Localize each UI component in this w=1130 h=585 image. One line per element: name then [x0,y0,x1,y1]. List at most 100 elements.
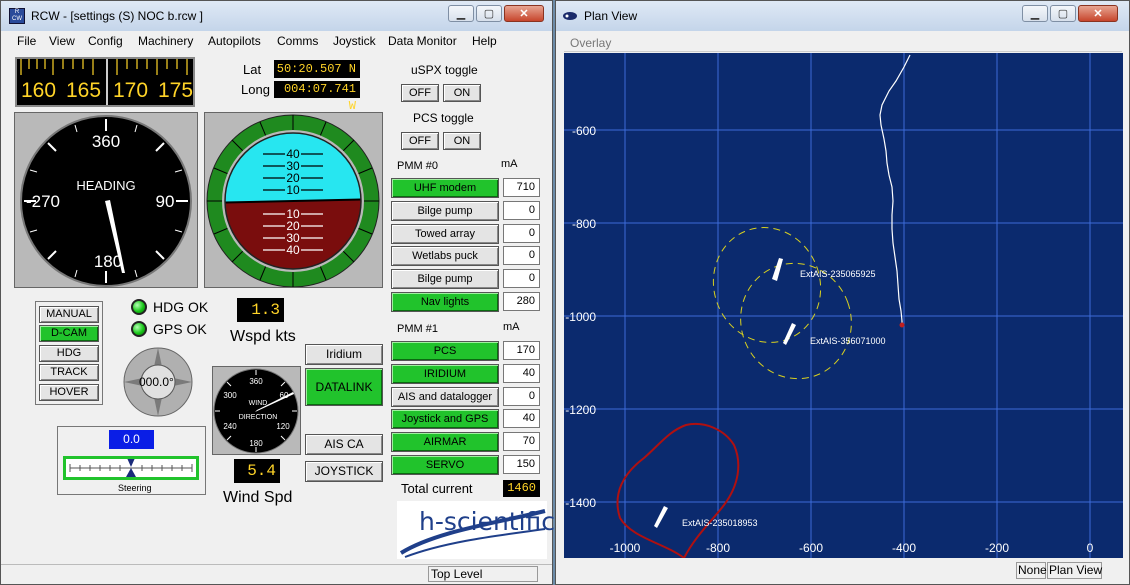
uspx-on-button[interactable]: ON [443,84,481,102]
steering-value: 0.0 [109,430,154,449]
mode-hover-button[interactable]: HOVER [39,384,99,401]
ais-ca-button[interactable]: AIS CA [305,434,383,455]
vessel-track [879,54,911,325]
plan-status-bar: None Plan View [556,561,1129,584]
mode-panel: MANUAL D-CAM HDG TRACK HOVER [35,301,103,405]
long-label: Long [241,82,270,97]
steering-thumb[interactable] [127,459,135,467]
uspx-toggle-label: uSPX toggle [411,63,478,77]
pmm0-switch-0[interactable]: UHF modem [391,178,499,198]
pmm0-switch-4[interactable]: Bilge pump [391,269,499,290]
pitch-down-40: 40 [286,243,300,257]
plan-plot[interactable]: -600 -800 -1000 -1200 -1400 -1000 -800 -… [564,53,1123,558]
iridium-button[interactable]: Iridium [305,344,383,365]
tape-tick-165: 165 [66,79,102,102]
x-tick--1000: -1000 [610,541,641,555]
menu-config[interactable]: Config [88,34,123,48]
pcs-on-button[interactable]: ON [443,132,481,150]
pmm0-switch-5[interactable]: Nav lights [391,292,499,312]
status-plan-view: Plan View [1047,562,1103,579]
plan-plot-canvas[interactable]: -600 -800 -1000 -1200 -1400 -1000 -800 -… [564,53,1123,558]
plan-maximize-button[interactable]: ▢ [1050,5,1076,22]
plan-title: Plan View [584,9,638,23]
minimize-button[interactable]: ▁ [448,5,474,22]
pmm1-switch-5[interactable]: SERVO [391,455,499,475]
pmm1-switch-1[interactable]: IRIDIUM [391,363,499,384]
menu-file[interactable]: File [17,34,36,48]
wind-240: 240 [223,422,237,431]
pmm0-switch-3[interactable]: Wetlabs puck [391,246,499,267]
wind-360: 360 [249,377,263,386]
rcw-status-bar: Top Level [1,564,552,585]
ais-vessel-235065925 [772,258,783,281]
rcw-window: R CW RCW - [settings (S) NOC b.rcw ] ▁ ▢ … [0,0,555,585]
plan-close-button[interactable]: ✕ [1078,5,1118,22]
pmm0-title: PMM #0 [397,160,438,172]
mode-track-button[interactable]: TRACK [39,364,99,381]
attitude-gauge: 40 30 20 10 10 20 30 40 [204,112,383,288]
pmm1-current-2: 0 [503,386,540,406]
wind-spd-value: 5.4 [234,459,280,483]
status-none: None [1016,562,1047,579]
x-tick--600: -600 [799,541,823,555]
pmm1-current-5: 150 [503,455,540,474]
pmm0-current-5: 280 [503,292,540,311]
pmm0-switch-1[interactable]: Bilge pump [391,200,499,221]
wspd-value: 1.3 [237,298,284,322]
maximize-button[interactable]: ▢ [476,5,502,22]
menu-machinery[interactable]: Machinery [138,34,193,48]
menu-comms[interactable]: Comms [277,34,318,48]
pcs-off-button[interactable]: OFF [401,132,439,150]
x-tick--200: -200 [985,541,1009,555]
wind-spd-label: Wind Spd [223,489,293,506]
ais-label-235065925: ExtAIS-235065925 [800,269,876,279]
attitude-indicator: 40 30 20 10 10 20 30 40 [206,114,380,288]
y-tick--1000: -1000 [565,310,596,324]
plan-titlebar[interactable]: Plan View ▁ ▢ ✕ [556,1,1129,31]
menu-view[interactable]: View [49,34,75,48]
y-tick--800: -800 [572,217,596,231]
plan-view-icon [562,10,578,22]
plan-minimize-button[interactable]: ▁ [1022,5,1048,22]
pmm1-switch-2[interactable]: AIS and datalogger [391,386,499,407]
mode-dcam-button[interactable]: D-CAM [39,325,99,342]
pmm1-switch-0[interactable]: PCS [391,341,499,361]
wind-label-1: WIND [249,400,268,407]
wind-300: 300 [223,391,237,400]
azimuth-knob[interactable]: 000.0° [122,346,194,418]
rcw-titlebar[interactable]: R CW RCW - [settings (S) NOC b.rcw ] ▁ ▢ … [1,1,552,31]
mode-hdg-button[interactable]: HDG [39,345,99,362]
menu-help[interactable]: Help [472,34,497,48]
heading-e: 90 [156,192,175,211]
pmm1-switch-4[interactable]: AIRMAR [391,432,499,453]
menu-autopilots[interactable]: Autopilots [208,34,261,48]
lat-label: Lat [243,62,262,77]
overlay-menu[interactable]: Overlay [570,36,611,50]
menu-joystick[interactable]: Joystick [333,34,376,48]
uspx-off-button[interactable]: OFF [401,84,439,102]
pmm1-switch-3[interactable]: Joystick and GPS [391,409,499,430]
pmm0-switch-2[interactable]: Towed array [391,223,499,244]
close-button[interactable]: ✕ [504,5,544,22]
wind-180: 180 [249,439,263,448]
wind-gauge: 360 60 120 180 240 300 WIND DIRECTION [212,366,301,455]
heading-dial: 360 90 180 -270 HEADING [20,115,192,287]
datalink-button[interactable]: DATALINK [305,368,383,406]
tape-tick-160: 160 [21,79,57,102]
pmm1-current-0: 170 [503,341,540,360]
pmm0-current-2: 0 [503,223,540,243]
pmm1-current-4: 70 [503,432,540,452]
x-tick-0: 0 [1087,541,1094,555]
pmm0-current-1: 0 [503,200,540,220]
azimuth-value: 000.0° [139,375,174,389]
joystick-button[interactable]: JOYSTICK [305,461,383,482]
menu-data-monitor[interactable]: Data Monitor [388,34,457,48]
hdg-ok-label: HDG OK [153,299,209,315]
cpa-zone-235018953 [616,423,740,558]
app-icon: R CW [9,8,25,24]
rcw-title: RCW - [settings (S) NOC b.rcw ] [31,9,204,23]
mode-manual-button[interactable]: MANUAL [39,306,99,323]
steering-slider[interactable] [63,456,199,480]
pmm1-current-3: 40 [503,409,540,429]
pmm0-current-3: 0 [503,246,540,266]
